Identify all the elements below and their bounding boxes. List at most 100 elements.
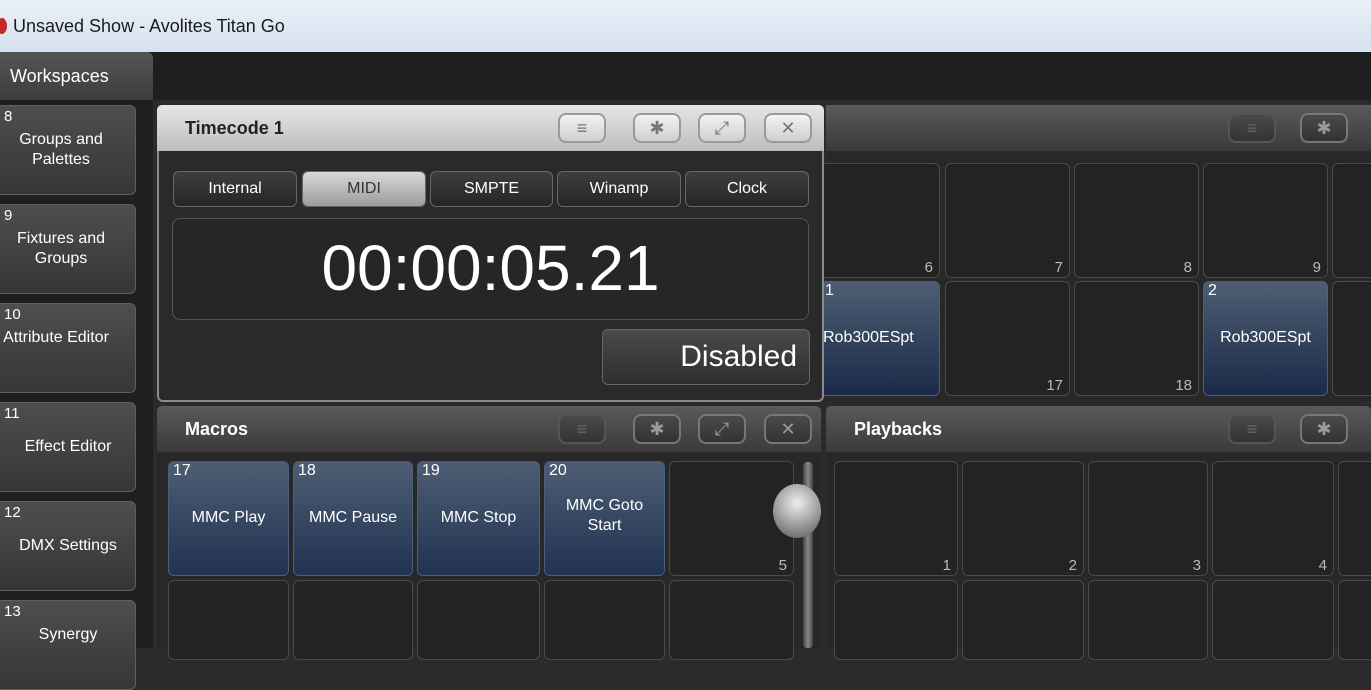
playback-cell[interactable]: 1 [834,461,958,576]
macro-mmc-stop[interactable]: 19 MMC Stop [417,461,540,576]
workspace-label: DMX Settings [19,537,117,554]
playback-cell[interactable]: 2 [962,461,1084,576]
macro-label: MMC Pause [308,509,398,526]
timecode-header: Timecode 1 ≡ ✱ ⤢ ✕ [157,105,824,151]
settings-icon[interactable]: ✱ [1300,113,1348,143]
workspace-effect-editor[interactable]: 11 Effect Editor [0,402,136,492]
close-icon[interactable]: ✕ [764,113,812,143]
window-title-bar: Unsaved Show - Avolites Titan Go [0,0,1371,52]
macro-label: MMC Play [191,509,266,526]
timecode-title: Timecode 1 [185,118,284,138]
workspace-synergy[interactable]: 13 Synergy [0,600,136,690]
maximize-icon[interactable]: ⤢ [698,113,746,143]
workspaces-header[interactable]: Workspaces [0,52,153,100]
cell-number: 1 [942,557,951,574]
workspace-attribute-editor[interactable]: 10 Attribute Editor [0,303,136,393]
workspace-label: Attribute Editor [3,329,109,346]
macro-mmc-pause[interactable]: 18 MMC Pause [293,461,413,576]
playback-cell[interactable]: 3 [1088,461,1208,576]
macros-title: Macros [185,419,249,439]
cell-number: 5 [778,557,787,574]
settings-icon[interactable]: ✱ [633,113,681,143]
workspace-groups-and-palettes[interactable]: 8 Groups and Palettes [0,105,136,195]
cell-number: 2 [1068,557,1077,574]
settings-icon[interactable]: ✱ [1300,414,1348,444]
menu-icon[interactable]: ≡ [558,414,606,444]
cell-number: 9 [1312,259,1321,276]
cell-number: 6 [924,259,933,276]
macro-mmc-play[interactable]: 17 MMC Play [168,461,289,576]
window-title: Unsaved Show - Avolites Titan Go [13,15,285,36]
menu-icon[interactable]: ≡ [1228,113,1276,143]
close-icon[interactable]: ✕ [764,414,812,444]
scroll-thumb[interactable] [773,484,821,538]
maximize-icon[interactable]: ⤢ [698,414,746,444]
macro-label: MMC Goto Start [565,497,644,534]
cell-number: 17 [1046,377,1063,394]
cell-number: 18 [1175,377,1192,394]
macro-mmc-goto-start[interactable]: 20 MMC Goto Start [544,461,665,576]
macro-label: MMC Stop [440,509,517,526]
app-icon [0,18,7,34]
fixture-cell[interactable] [1332,281,1371,396]
playback-cell[interactable] [1088,580,1208,660]
fixture-cell[interactable]: 6 [820,163,940,278]
macro-empty-cell[interactable] [293,580,413,660]
playbacks-title: Playbacks [854,419,943,439]
menu-icon[interactable]: ≡ [558,113,606,143]
playback-cell[interactable] [1212,580,1334,660]
playback-cell[interactable] [962,580,1084,660]
tab-smpte[interactable]: SMPTE [430,171,553,207]
workspace-number: 9 [4,207,13,224]
workspace-label: Fixtures and Groups [16,230,106,267]
workspace-label: Synergy [38,626,98,643]
macro-number: 17 [173,462,191,479]
cell-number: 4 [1318,557,1327,574]
cell-number: 8 [1183,259,1192,276]
tab-winamp[interactable]: Winamp [557,171,681,207]
fixture-id: 1 [825,282,834,299]
playback-cell[interactable] [834,580,958,660]
workspace-number: 8 [4,108,13,125]
fixture-cell-rob300espt[interactable]: 2 Rob300ESpt [1203,281,1328,396]
workspace-label: Effect Editor [24,438,112,455]
fixture-cell[interactable]: 7 [945,163,1070,278]
settings-icon[interactable]: ✱ [633,414,681,444]
macro-empty-cell[interactable] [669,580,794,660]
macro-number: 18 [298,462,316,479]
fixtures-panel-header: ≡ ✱ [826,105,1371,151]
fixture-label: Rob300ESpt [1220,329,1311,346]
workspace-fixtures-and-groups[interactable]: 9 Fixtures and Groups [0,204,136,294]
playbacks-header: Playbacks ≡ ✱ [826,406,1371,452]
playback-cell[interactable] [1338,461,1371,576]
fixture-cell[interactable] [1332,163,1371,278]
cell-number: 7 [1054,259,1063,276]
workspace-label: Groups and Palettes [19,131,103,168]
workspace-number: 10 [4,306,21,323]
workspace-number: 12 [4,504,21,521]
top-strip [153,52,1371,100]
fixture-cell-rob300espt[interactable]: 1 Rob300ESpt [820,281,940,396]
fixture-cell[interactable]: 9 [1203,163,1328,278]
playback-cell[interactable]: 4 [1212,461,1334,576]
macro-number: 19 [422,462,440,479]
timecode-display: 00:00:05.21 [172,218,809,320]
fixture-cell[interactable]: 17 [945,281,1070,396]
macro-empty-cell[interactable] [417,580,540,660]
macro-empty-cell[interactable] [168,580,289,660]
fixture-cell[interactable]: 8 [1074,163,1199,278]
workspace-dmx-settings[interactable]: 12 DMX Settings [0,501,136,591]
tab-clock[interactable]: Clock [685,171,809,207]
cell-number: 3 [1192,557,1201,574]
playback-cell[interactable] [1338,580,1371,660]
workspace-number: 13 [4,603,21,620]
fixture-cell[interactable]: 18 [1074,281,1199,396]
macro-empty-cell[interactable] [544,580,665,660]
macro-number: 20 [549,462,567,479]
fixture-label: Rob300ESpt [823,329,914,346]
enable-toggle-button[interactable]: Disabled [602,329,810,385]
fixture-id: 2 [1208,282,1217,299]
menu-icon[interactable]: ≡ [1228,414,1276,444]
tab-internal[interactable]: Internal [173,171,297,207]
tab-midi[interactable]: MIDI [302,171,426,207]
